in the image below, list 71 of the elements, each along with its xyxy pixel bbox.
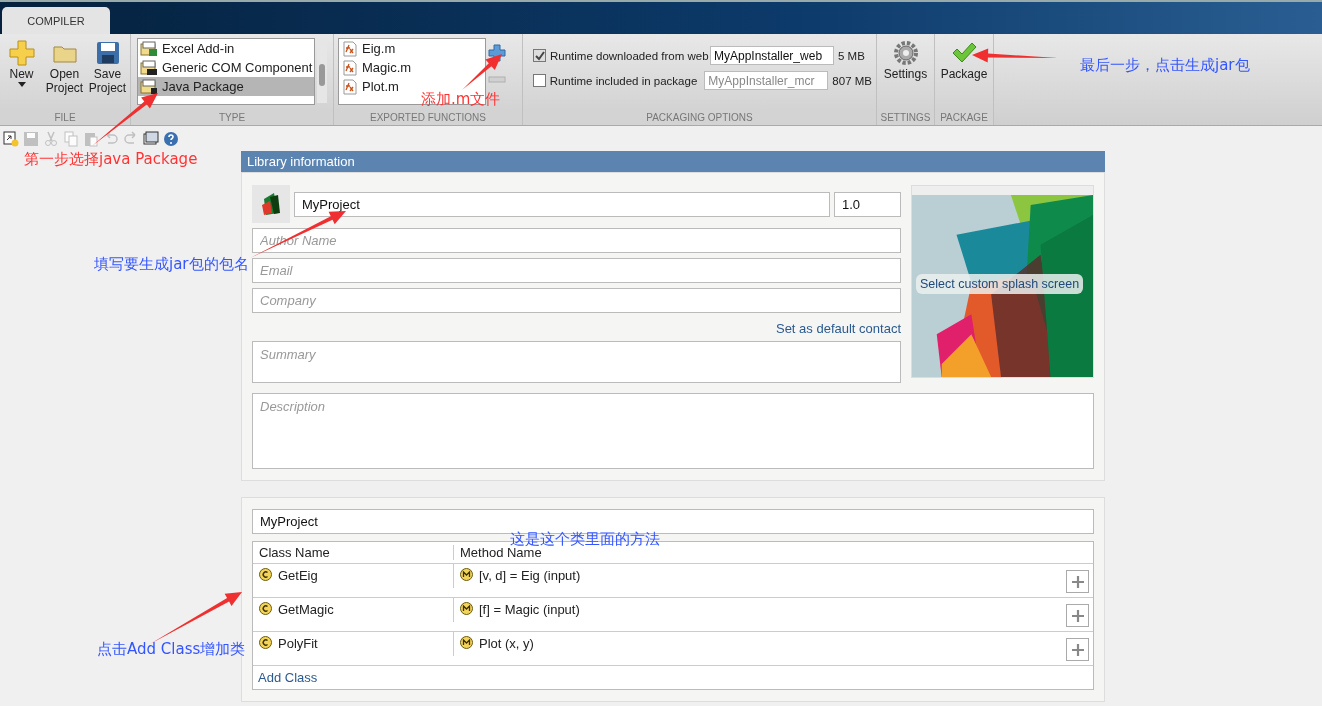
column-header: Class Name (253, 545, 454, 560)
add-method-button[interactable] (1066, 604, 1089, 627)
compiler-tab[interactable]: COMPILER (2, 7, 110, 34)
function-file-icon (342, 59, 358, 76)
annotation-text: 填写要生成jar包的包名 (94, 255, 249, 274)
class-icon (259, 568, 272, 581)
method-icon (460, 636, 473, 649)
add-method-button[interactable] (1066, 570, 1089, 593)
help-icon[interactable] (162, 129, 180, 148)
email-field[interactable]: Email (252, 258, 901, 283)
add-button[interactable] (488, 44, 506, 62)
section-label: PACKAGE (935, 111, 993, 125)
caret-icon (17, 82, 26, 87)
option-label: Runtime included in package (549, 74, 699, 87)
class-name: PolyFit (278, 636, 318, 651)
column-header: Method Name (459, 545, 542, 560)
method-icon (460, 568, 473, 581)
add-method-button[interactable] (1066, 638, 1089, 661)
plus-icon (1070, 574, 1085, 589)
type-item[interactable]: Excel Add-in (138, 39, 314, 58)
description-field[interactable]: Description (252, 393, 1094, 469)
company-field[interactable]: Company (252, 288, 901, 313)
project-name-field[interactable]: MyProject (294, 191, 830, 217)
annotation-text: 第一步选择java Package (24, 150, 198, 169)
class-name: GetEig (278, 568, 318, 583)
annotation-arrow (462, 54, 502, 90)
summary-field[interactable]: Summary (252, 341, 901, 383)
component-icon (140, 59, 158, 76)
section-label: FILE (0, 111, 130, 125)
panel-header: Library information (241, 151, 1105, 172)
gear-icon (892, 40, 919, 66)
checkbox[interactable] (533, 49, 546, 62)
annotation-text: 添加.m文件 (421, 90, 501, 109)
annotation-text: 点击Add Class增加类 (97, 640, 246, 659)
new-icon[interactable] (2, 129, 20, 148)
function-file[interactable]: Eig.m (339, 39, 485, 58)
function-file[interactable]: Magic.m (339, 58, 485, 77)
component-icon (140, 78, 158, 95)
section-label: PACKAGING OPTIONS (523, 111, 876, 125)
class-icon (259, 602, 272, 615)
section-label: SETTINGS (877, 111, 934, 125)
plus-icon (1070, 642, 1085, 657)
method-icon (460, 602, 473, 615)
size-label: 5 MB (838, 49, 865, 62)
option-label: Runtime downloaded from web (550, 49, 706, 62)
function-file-icon (342, 78, 358, 95)
class-name: GetMagic (278, 602, 334, 617)
new-button[interactable]: New (0, 38, 43, 111)
splash-screen-button[interactable]: Select custom splash screen (916, 274, 1084, 294)
installer-name-field[interactable]: MyAppInstaller_web (710, 46, 834, 65)
class-icon (259, 636, 272, 649)
add-class-link[interactable]: Add Class (258, 670, 318, 685)
version-field[interactable]: 1.0 (834, 191, 901, 217)
default-contact-link[interactable]: Set as default contact (775, 321, 901, 336)
method-name: [v, d] = Eig (input) (479, 568, 581, 583)
settings-button[interactable]: Settings (884, 38, 927, 109)
type-item[interactable]: Generic COM Component (138, 58, 314, 77)
section-label: TYPE (131, 111, 333, 125)
package-button[interactable]: Package (942, 38, 986, 109)
section-label: EXPORTED FUNCTIONS (334, 111, 522, 125)
size-label: 807 MB (832, 74, 872, 87)
app-icon[interactable] (252, 185, 290, 223)
plus-icon (8, 40, 35, 66)
type-item[interactable]: Java Package (138, 77, 314, 96)
plus-icon (1070, 608, 1085, 623)
annotation-text: 最后一步，点击生成jar包 (1080, 56, 1250, 75)
method-name: [f] = Magic (input) (479, 602, 580, 617)
open-button[interactable]: Open Project (43, 38, 86, 111)
save-button[interactable]: Save Project (86, 38, 129, 111)
method-name: Plot (x, y) (479, 636, 534, 651)
window-icon[interactable] (142, 129, 160, 148)
